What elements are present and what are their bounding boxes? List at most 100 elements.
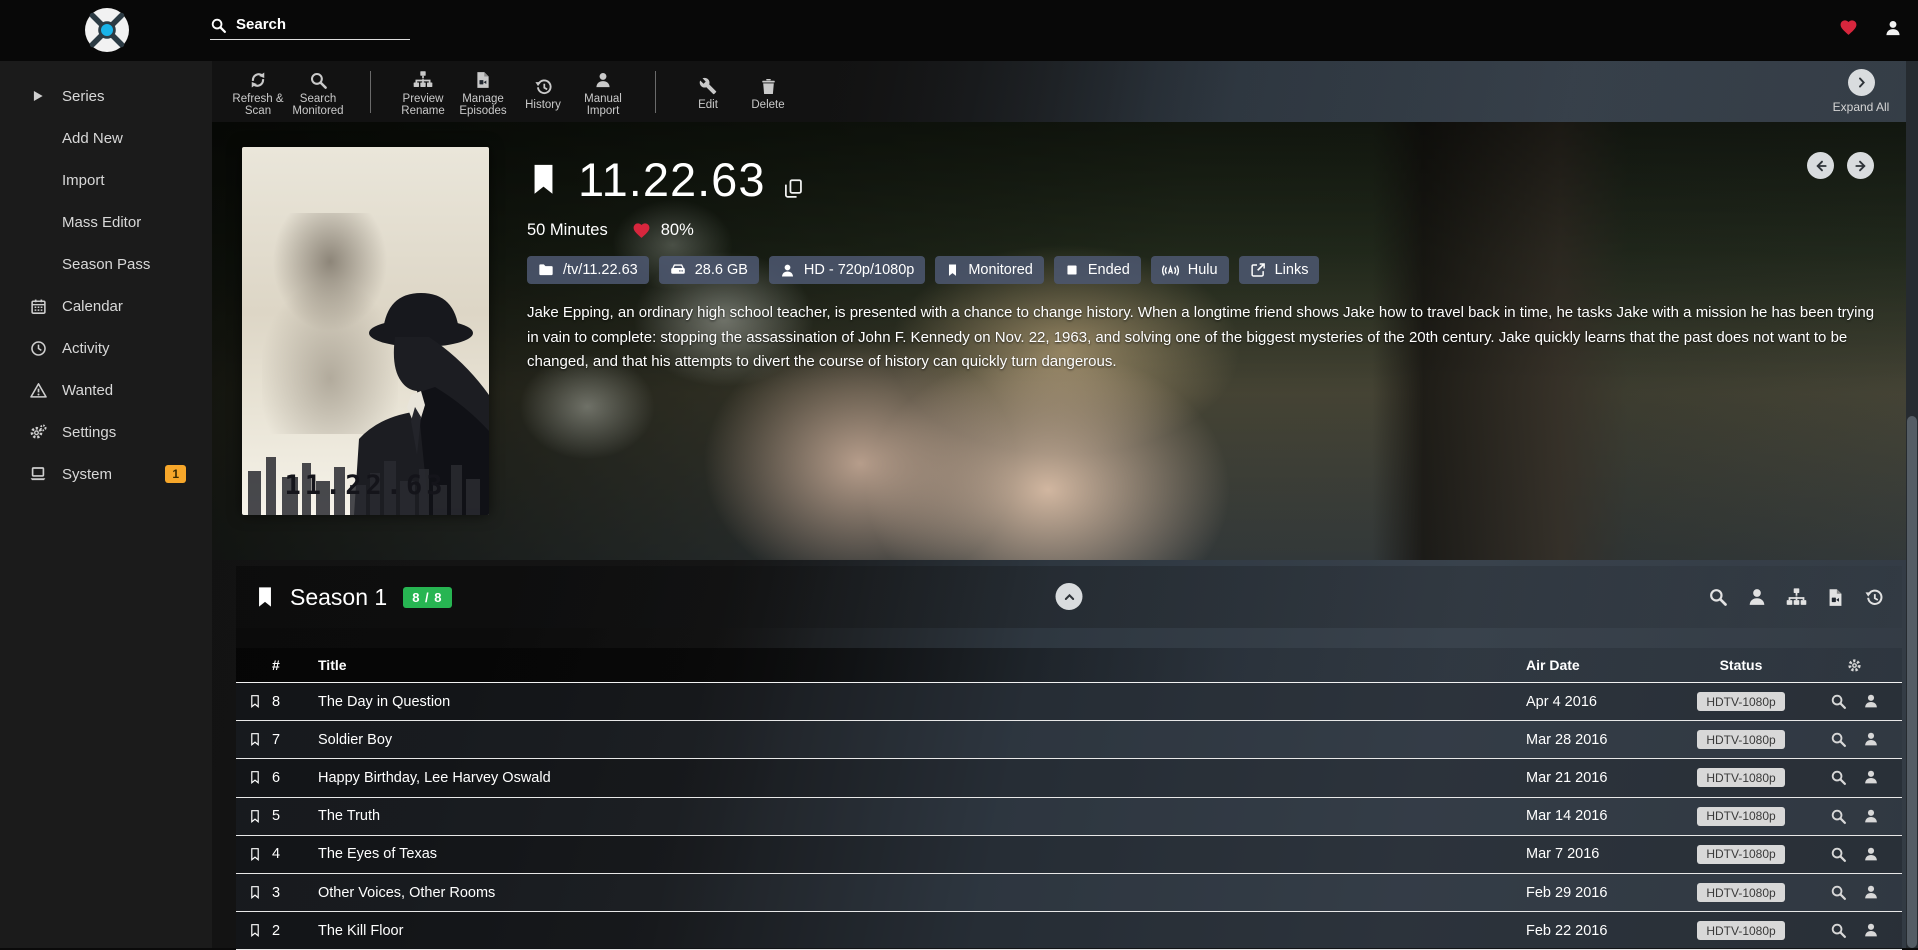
sidebar-item-series[interactable]: Series <box>0 75 212 117</box>
episode-number: 2 <box>272 923 318 939</box>
manual-import-button[interactable]: Manual Import <box>573 66 633 117</box>
sidebar-item-settings[interactable]: Settings <box>0 411 212 453</box>
episode-title[interactable]: Happy Birthday, Lee Harvey Oswald <box>318 770 1526 786</box>
episode-monitor-bookmark-icon[interactable] <box>248 922 272 939</box>
drive-icon <box>670 262 686 278</box>
episode-interactive-search-icon[interactable] <box>1863 731 1879 748</box>
size-badge: 28.6 GB <box>659 256 759 284</box>
episode-interactive-search-icon[interactable] <box>1863 769 1879 786</box>
sidebar-item-import[interactable]: Import <box>0 159 212 201</box>
episode-monitor-bookmark-icon[interactable] <box>248 693 272 710</box>
page-scrollbar <box>1906 61 1918 948</box>
episode-number: 7 <box>272 732 318 748</box>
search-icon <box>210 17 227 34</box>
series-title: 11.22.63 <box>578 152 765 207</box>
episode-auto-search-icon[interactable] <box>1830 731 1847 748</box>
season-episode-count-badge: 8 / 8 <box>403 587 451 608</box>
series-rating: 80% <box>661 221 694 240</box>
episode-title[interactable]: The Kill Floor <box>318 923 1526 939</box>
sidebar-item-activity[interactable]: Activity <box>0 327 212 369</box>
chevron-up-icon <box>1061 589 1077 605</box>
play-icon <box>28 89 48 103</box>
scrollbar-thumb[interactable] <box>1907 416 1917 948</box>
episode-monitor-bookmark-icon[interactable] <box>248 808 272 825</box>
refresh-scan-button[interactable]: Refresh & Scan <box>228 66 288 117</box>
main-content: Refresh & Scan Search Monitored Preview … <box>212 61 1918 948</box>
manage-episodes-button[interactable]: Manage Episodes <box>453 66 513 117</box>
sidebar-item-calendar[interactable]: Calendar <box>0 285 212 327</box>
column-status: Status <box>1676 657 1806 673</box>
expand-all-button[interactable]: Expand All <box>1826 69 1896 114</box>
episode-auto-search-icon[interactable] <box>1830 808 1847 825</box>
episode-auto-search-icon[interactable] <box>1830 693 1847 710</box>
episode-title[interactable]: The Truth <box>318 808 1526 824</box>
season-history-icon[interactable] <box>1864 587 1884 607</box>
calendar-icon <box>28 298 48 315</box>
series-overview: Jake Epping, an ordinary high school tea… <box>527 301 1878 375</box>
alternate-titles-copy-icon[interactable] <box>783 178 804 199</box>
episode-interactive-search-icon[interactable] <box>1863 884 1879 901</box>
season-search-icon[interactable] <box>1708 587 1728 607</box>
network-icon <box>1162 262 1179 279</box>
episode-monitor-bookmark-icon[interactable] <box>248 846 272 863</box>
edit-button[interactable]: Edit <box>678 72 738 111</box>
collapse-season-button[interactable] <box>1056 583 1083 610</box>
search-monitored-button[interactable]: Search Monitored <box>288 66 348 117</box>
season-manage-episodes-icon[interactable] <box>1826 588 1845 607</box>
season-monitor-bookmark-icon[interactable] <box>254 584 276 611</box>
episode-row: 8 The Day in Question Apr 4 2016 HDTV-10… <box>236 683 1902 721</box>
episode-monitor-bookmark-icon[interactable] <box>248 769 272 786</box>
wrench-icon <box>699 76 717 96</box>
episode-interactive-search-icon[interactable] <box>1863 693 1879 710</box>
episode-title[interactable]: Other Voices, Other Rooms <box>318 885 1526 901</box>
episode-title[interactable]: The Day in Question <box>318 694 1526 710</box>
preview-rename-button[interactable]: Preview Rename <box>393 66 453 117</box>
previous-series-button[interactable] <box>1807 152 1834 179</box>
external-link-icon <box>1250 262 1266 278</box>
delete-button[interactable]: Delete <box>738 72 798 111</box>
monitor-toggle-bookmark-icon[interactable] <box>527 160 560 200</box>
links-badge[interactable]: Links <box>1239 256 1320 284</box>
system-health-badge: 1 <box>165 465 186 483</box>
table-options-gear-icon[interactable] <box>1846 657 1863 674</box>
season-preview-rename-icon[interactable] <box>1786 587 1807 608</box>
episode-air-date: Mar 21 2016 <box>1526 770 1676 786</box>
episode-title[interactable]: Soldier Boy <box>318 732 1526 748</box>
episode-auto-search-icon[interactable] <box>1830 846 1847 863</box>
season-section: Season 1 8 / 8 # Title Air Date Status 8… <box>236 566 1902 948</box>
episode-auto-search-icon[interactable] <box>1830 884 1847 901</box>
episode-title[interactable]: The Eyes of Texas <box>318 846 1526 862</box>
episode-row: 2 The Kill Floor Feb 22 2016 HDTV-1080p <box>236 912 1902 950</box>
column-air-date: Air Date <box>1526 657 1676 673</box>
episode-interactive-search-icon[interactable] <box>1863 808 1879 825</box>
donate-heart-icon[interactable] <box>1839 18 1858 37</box>
episode-row: 4 The Eyes of Texas Mar 7 2016 HDTV-1080… <box>236 836 1902 874</box>
sidebar-item-mass-editor[interactable]: Mass Editor <box>0 201 212 243</box>
sidebar-item-season-pass[interactable]: Season Pass <box>0 243 212 285</box>
episode-air-date: Mar 14 2016 <box>1526 808 1676 824</box>
app-logo[interactable] <box>84 7 130 53</box>
refresh-icon <box>248 70 268 90</box>
history-button[interactable]: History <box>513 72 573 111</box>
chevron-right-icon <box>1848 69 1875 96</box>
episode-interactive-search-icon[interactable] <box>1863 846 1879 863</box>
sidebar-item-system[interactable]: System 1 <box>0 453 212 495</box>
episode-quality-badge: HDTV-1080p <box>1697 845 1784 864</box>
arrow-left-icon <box>1813 158 1829 174</box>
sidebar-item-wanted[interactable]: Wanted <box>0 369 212 411</box>
series-toolbar: Refresh & Scan Search Monitored Preview … <box>212 61 1918 122</box>
episode-auto-search-icon[interactable] <box>1830 922 1847 939</box>
path-badge: /tv/11.22.63 <box>527 256 649 284</box>
episode-row: 3 Other Voices, Other Rooms Feb 29 2016 … <box>236 874 1902 912</box>
sidebar-item-add-new[interactable]: Add New <box>0 117 212 159</box>
next-series-button[interactable] <box>1847 152 1874 179</box>
episode-monitor-bookmark-icon[interactable] <box>248 731 272 748</box>
episode-auto-search-icon[interactable] <box>1830 769 1847 786</box>
quality-profile-badge: HD - 720p/1080p <box>769 256 925 284</box>
season-interactive-search-icon[interactable] <box>1747 587 1767 607</box>
episode-interactive-search-icon[interactable] <box>1863 922 1879 939</box>
episode-number: 6 <box>272 770 318 786</box>
episode-monitor-bookmark-icon[interactable] <box>248 884 272 901</box>
search-input[interactable] <box>210 14 410 40</box>
user-icon[interactable] <box>1884 19 1902 37</box>
